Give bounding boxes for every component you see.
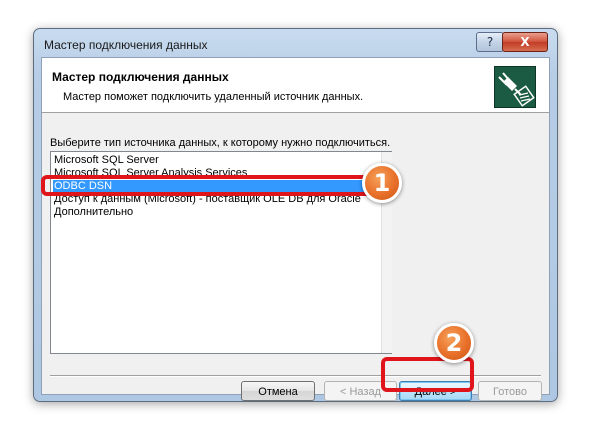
dialog-window: Мастер подключения данных ? X Мастер под… — [33, 28, 558, 402]
help-button[interactable]: ? — [476, 32, 504, 52]
step-1-badge: 1 — [362, 163, 402, 203]
plug-connector-icon — [494, 66, 536, 108]
cancel-button[interactable]: Отмена — [241, 381, 315, 401]
data-source-prompt: Выберите тип источника данных, к котором… — [50, 137, 391, 149]
close-button[interactable]: X — [502, 32, 548, 52]
callout-highlight-odbc — [41, 175, 389, 196]
screenshot-stage: Мастер подключения данных ? X Мастер под… — [0, 0, 590, 433]
wizard-header: Мастер подключения данных Мастер поможет… — [42, 58, 549, 113]
wizard-title: Мастер подключения данных — [52, 70, 229, 84]
step-2-badge: 2 — [434, 323, 474, 363]
list-item-sql-server[interactable]: Microsoft SQL Server — [53, 154, 380, 167]
finish-button[interactable]: Готово — [478, 381, 542, 401]
list-item-advanced[interactable]: Дополнительно — [53, 206, 380, 219]
wizard-subtitle: Мастер поможет подключить удаленный исто… — [63, 91, 364, 103]
window-title: Мастер подключения данных — [44, 38, 208, 52]
callout-highlight-next — [381, 357, 474, 392]
